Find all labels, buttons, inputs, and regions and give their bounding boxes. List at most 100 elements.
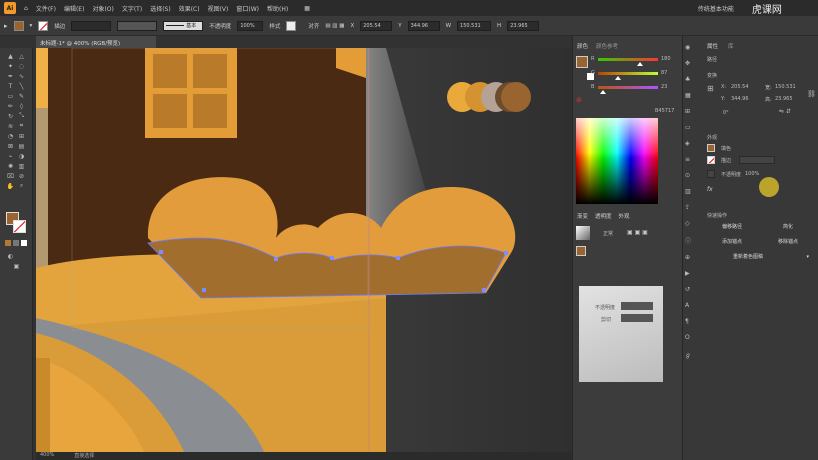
transform-x-value[interactable]: 205.54 bbox=[731, 84, 749, 90]
b-slider[interactable] bbox=[598, 86, 658, 89]
b-value[interactable]: 23 bbox=[661, 84, 667, 90]
tab-color-guide[interactable]: 颜色参考 bbox=[596, 42, 618, 50]
width-tool-icon[interactable]: ≋ bbox=[6, 122, 15, 130]
anchor-point[interactable] bbox=[202, 288, 206, 292]
stroke-color-box[interactable] bbox=[13, 220, 26, 233]
draw-mode-icon[interactable]: ◐ bbox=[6, 252, 15, 260]
align-icon[interactable]: ⊞ bbox=[685, 108, 691, 115]
r-slider-thumb[interactable] bbox=[637, 62, 643, 66]
asset-export-icon[interactable]: ⇪ bbox=[685, 204, 691, 211]
transform-icon[interactable]: ◈ bbox=[685, 140, 691, 147]
stroke-icon[interactable]: ≡ bbox=[685, 156, 691, 163]
tab-gradient[interactable]: 渐变 bbox=[577, 212, 588, 220]
tab-properties[interactable]: 属性 bbox=[707, 42, 718, 50]
symbol-sprayer-icon[interactable]: ✺ bbox=[6, 162, 15, 170]
paragraph-icon[interactable]: ¶ bbox=[685, 318, 691, 325]
symbols-icon[interactable]: ♣ bbox=[685, 76, 691, 83]
pen-tool-icon[interactable]: ✒ bbox=[6, 72, 15, 80]
g-slider-thumb[interactable] bbox=[615, 76, 622, 80]
paintbrush-icon[interactable]: ✎ bbox=[17, 92, 26, 100]
graph-tool-icon[interactable]: ▥ bbox=[17, 162, 26, 170]
anchor-point[interactable] bbox=[482, 288, 486, 292]
css-icon[interactable]: ◇ bbox=[685, 220, 691, 227]
menu-help[interactable]: 帮助(H) bbox=[267, 4, 288, 13]
opacity-toggle[interactable] bbox=[707, 170, 715, 178]
magic-wand-icon[interactable]: ✦ bbox=[6, 62, 15, 70]
rotate-tool-icon[interactable]: ↻ bbox=[6, 112, 15, 120]
history-icon[interactable]: ↺ bbox=[685, 286, 691, 293]
canvas[interactable] bbox=[36, 48, 572, 456]
menu-object[interactable]: 对象(O) bbox=[92, 4, 113, 13]
shape-builder-icon[interactable]: ◔ bbox=[6, 132, 15, 140]
rotate-angle[interactable]: 0° bbox=[723, 110, 729, 116]
menu-view[interactable]: 视图(V) bbox=[208, 4, 229, 13]
stroke-weight-input[interactable] bbox=[739, 156, 775, 164]
eraser-icon[interactable]: ◊ bbox=[17, 102, 26, 110]
fx-button[interactable]: fx bbox=[707, 186, 713, 193]
y-field[interactable]: 344.96 bbox=[407, 20, 440, 31]
link-proportions-icon[interactable]: ⛓ bbox=[807, 90, 816, 98]
menu-home-icon[interactable]: ⌂ bbox=[24, 5, 28, 12]
menu-file[interactable]: 文件(F) bbox=[36, 4, 56, 13]
brushes-icon[interactable]: ✥ bbox=[685, 60, 691, 67]
remove-anchor-button[interactable]: 移除锚点 bbox=[763, 237, 813, 246]
add-anchor-button[interactable]: 添加锚点 bbox=[707, 237, 757, 246]
graphic-styles-icon[interactable]: ▦ bbox=[685, 92, 691, 99]
arrange-documents-icon[interactable]: ▦ bbox=[304, 5, 310, 12]
b-slider-thumb[interactable] bbox=[600, 90, 607, 94]
offset-path-button[interactable]: 偏移路径 bbox=[707, 222, 757, 231]
tab-appearance[interactable]: 外观 bbox=[619, 212, 630, 220]
swatch-mini-2[interactable] bbox=[576, 246, 586, 256]
gradient-preview[interactable] bbox=[576, 226, 590, 240]
stroke-weight-field[interactable] bbox=[71, 20, 112, 31]
menu-window[interactable]: 窗口(W) bbox=[236, 4, 259, 13]
menu-effect[interactable]: 效果(C) bbox=[179, 4, 200, 13]
links-icon[interactable]: ⊙ bbox=[685, 172, 691, 179]
curvature-tool-icon[interactable]: ∿ bbox=[17, 72, 26, 80]
appearance-opacity-value[interactable]: 100% bbox=[745, 171, 759, 177]
hand-tool-icon[interactable]: ✋ bbox=[6, 182, 15, 190]
appearance-stroke-swatch[interactable] bbox=[707, 156, 715, 164]
anchor-point[interactable] bbox=[504, 251, 508, 255]
fill-stroke-mini[interactable] bbox=[576, 56, 588, 68]
reference-point-icon[interactable]: ⊞ bbox=[707, 84, 714, 93]
menu-select[interactable]: 选择(S) bbox=[150, 4, 171, 13]
zoom-readout[interactable]: 400% bbox=[40, 452, 54, 460]
x-field[interactable]: 205.54 bbox=[360, 20, 393, 31]
opentype-icon[interactable]: O bbox=[685, 334, 691, 341]
opacity-field[interactable]: 100% bbox=[237, 20, 264, 31]
mask-input[interactable] bbox=[621, 314, 653, 322]
lasso-icon[interactable]: ◌ bbox=[17, 62, 26, 70]
g-slider[interactable] bbox=[598, 72, 658, 75]
artboard-tool-icon[interactable]: ⌧ bbox=[6, 172, 15, 180]
anchor-point[interactable] bbox=[159, 250, 163, 254]
gradient-icons[interactable]: ▣ ▣ ▣ bbox=[627, 229, 648, 236]
fill-swatch[interactable] bbox=[13, 20, 24, 31]
pencil-icon[interactable]: ✏ bbox=[6, 102, 15, 110]
brush-style-field[interactable]: 基本 bbox=[163, 20, 204, 31]
align-icons[interactable]: ▤ ▥ ▦ bbox=[325, 23, 344, 29]
transform-w-value[interactable]: 150.531 bbox=[775, 84, 796, 90]
navigator-icon[interactable]: ⊕ bbox=[685, 254, 691, 261]
stroke-swatch[interactable] bbox=[38, 20, 49, 31]
info-icon[interactable]: ⓘ bbox=[685, 236, 691, 245]
r-value[interactable]: 180 bbox=[661, 56, 671, 62]
character-icon[interactable]: A bbox=[685, 302, 691, 309]
eyedropper-icon[interactable]: ⌁ bbox=[6, 152, 15, 160]
document-tab[interactable]: 未标题-1* @ 400% (RGB/预览) bbox=[36, 36, 156, 48]
scale-tool-icon[interactable]: ⤡ bbox=[17, 112, 26, 120]
appearance-fill-swatch[interactable] bbox=[707, 144, 715, 152]
transform-h-value[interactable]: 23.965 bbox=[775, 96, 793, 102]
tab-transparency[interactable]: 透明度 bbox=[595, 212, 612, 220]
flip-icons[interactable]: ⇋ ⇵ bbox=[779, 108, 791, 115]
color-mode-icons[interactable] bbox=[5, 240, 27, 246]
pathfinder-icon[interactable]: ▭ bbox=[685, 124, 691, 131]
perspective-grid-icon[interactable]: ⊞ bbox=[17, 132, 26, 140]
hex-value[interactable]: B45717 bbox=[655, 108, 674, 114]
free-transform-icon[interactable]: ⌗ bbox=[17, 122, 26, 130]
mesh-tool-icon[interactable]: ⊠ bbox=[6, 142, 15, 150]
direct-selection-tool-icon[interactable]: △ bbox=[17, 52, 26, 60]
style-swatch[interactable] bbox=[286, 20, 297, 31]
recolor-artwork-button[interactable]: 重新着色图稿 ▾ bbox=[707, 252, 813, 261]
screen-mode-icon[interactable]: ▣ bbox=[12, 262, 21, 270]
